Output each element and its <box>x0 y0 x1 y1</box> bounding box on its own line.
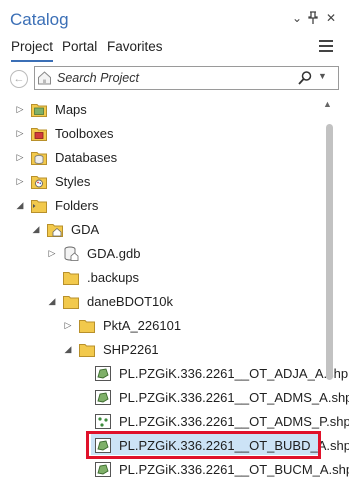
styles-icon <box>31 176 47 189</box>
expand-arrow-icon[interactable]: ▷ <box>15 127 25 139</box>
polygon-shapefile-icon <box>95 390 111 405</box>
folder-icon <box>79 344 95 357</box>
search-input[interactable] <box>57 68 287 88</box>
catalog-titlebar: Catalog ⌄ ✕ <box>0 0 349 36</box>
tree-item-label: daneBDOT10k <box>87 294 173 309</box>
catalog-tabs: Project Portal Favorites <box>0 36 349 62</box>
expand-arrow-icon[interactable]: ▷ <box>15 175 25 187</box>
tab-favorites[interactable]: Favorites <box>107 39 163 54</box>
tree-item-backups[interactable]: .backups <box>0 266 330 290</box>
collapse-arrow-icon[interactable]: ◢ <box>31 223 41 235</box>
catalog-tree: ▷ Maps ▷ Toolboxes ▷ Databases ▷ Styles … <box>0 96 349 484</box>
tree-item-styles[interactable]: ▷ Styles <box>0 170 330 194</box>
home-icon[interactable] <box>37 70 52 86</box>
tree-item-label: .backups <box>87 270 140 285</box>
tree-item-shp2261[interactable]: ◢ SHP2261 <box>0 338 330 362</box>
tree-item-label: Maps <box>55 102 87 117</box>
tree-item-gda-gdb[interactable]: ▷ GDA.gdb <box>0 242 330 266</box>
tree-item-shapefile[interactable]: PL.PZGiK.336.2261__OT_ADMS_A.shp <box>0 386 349 410</box>
folder-icon <box>63 272 79 285</box>
active-tab-indicator <box>11 60 53 62</box>
toolbox-icon <box>31 128 47 141</box>
tab-portal[interactable]: Portal <box>62 39 97 54</box>
search-icon[interactable] <box>297 70 313 86</box>
tree-item-toolboxes[interactable]: ▷ Toolboxes <box>0 122 330 146</box>
pane-title: Catalog <box>10 10 69 29</box>
expand-arrow-icon[interactable]: ▷ <box>63 319 73 331</box>
home-folder-icon <box>47 224 63 237</box>
expand-arrow-icon[interactable]: ▷ <box>47 247 57 259</box>
tree-item-label: Toolboxes <box>55 126 114 141</box>
maps-folder-icon <box>31 104 47 117</box>
polygon-shapefile-icon <box>95 462 111 477</box>
close-icon[interactable]: ✕ <box>324 11 338 25</box>
tree-item-label: Styles <box>55 174 91 189</box>
hamburger-menu-icon[interactable] <box>319 40 333 55</box>
collapse-arrow-icon[interactable]: ◢ <box>15 199 25 211</box>
folder-icon <box>31 200 47 213</box>
tree-item-maps[interactable]: ▷ Maps <box>0 98 330 122</box>
folder-icon <box>63 296 79 309</box>
tree-item-gda[interactable]: ◢ GDA <box>0 218 330 242</box>
tree-item-label: PktA_226101 <box>103 318 182 333</box>
folder-icon <box>79 320 95 333</box>
search-options-chevron-icon[interactable]: ▼ <box>318 71 327 81</box>
point-shapefile-icon <box>95 414 111 429</box>
tree-item-folders[interactable]: ◢ Folders <box>0 194 330 218</box>
tree-item-pkta-226101[interactable]: ▷ PktA_226101 <box>0 314 330 338</box>
vertical-scrollbar-thumb[interactable] <box>326 124 333 380</box>
tree-item-label: Databases <box>55 150 118 165</box>
tree-item-label: PL.PZGiK.336.2261__OT_BUCM_A.shp <box>119 462 349 477</box>
tab-project[interactable]: Project <box>11 39 53 54</box>
tree-item-label: GDA <box>71 222 100 237</box>
tree-item-label: PL.PZGiK.336.2261__OT_ADJA_A.shp <box>119 366 349 381</box>
tree-item-databases[interactable]: ▷ Databases <box>0 146 330 170</box>
pin-icon[interactable] <box>306 11 320 27</box>
tree-item-shapefile[interactable]: PL.PZGiK.336.2261__OT_ADJA_A.shp <box>0 362 348 386</box>
tree-item-label: Folders <box>55 198 99 213</box>
search-box: ▼ <box>34 66 339 90</box>
highlight-annotation-box <box>86 431 321 459</box>
tree-item-label: PL.PZGiK.336.2261__OT_ADMS_A.shp <box>119 390 349 405</box>
tree-item-label: PL.PZGiK.336.2261__OT_ADMS_P.shp <box>119 414 349 429</box>
chevron-down-icon[interactable]: ⌄ <box>290 11 304 25</box>
collapse-arrow-icon[interactable]: ◢ <box>63 343 73 355</box>
expand-arrow-icon[interactable]: ▷ <box>15 103 25 115</box>
polygon-shapefile-icon <box>95 366 111 381</box>
tree-item-label: SHP2261 <box>103 342 159 357</box>
tree-item-label: GDA.gdb <box>87 246 141 261</box>
collapse-arrow-icon[interactable]: ◢ <box>47 295 57 307</box>
database-icon <box>31 152 47 165</box>
tree-item-danebdot10k[interactable]: ◢ daneBDOT10k <box>0 290 330 314</box>
tree-item-shapefile[interactable]: PL.PZGiK.336.2261__OT_BUCM_A.shp <box>0 458 349 482</box>
back-button[interactable]: ← <box>10 70 28 88</box>
search-row: ← ▼ <box>0 66 349 92</box>
geodatabase-icon <box>64 246 79 261</box>
expand-arrow-icon[interactable]: ▷ <box>15 151 25 163</box>
scroll-up-arrow-icon[interactable]: ▲ <box>323 99 332 109</box>
